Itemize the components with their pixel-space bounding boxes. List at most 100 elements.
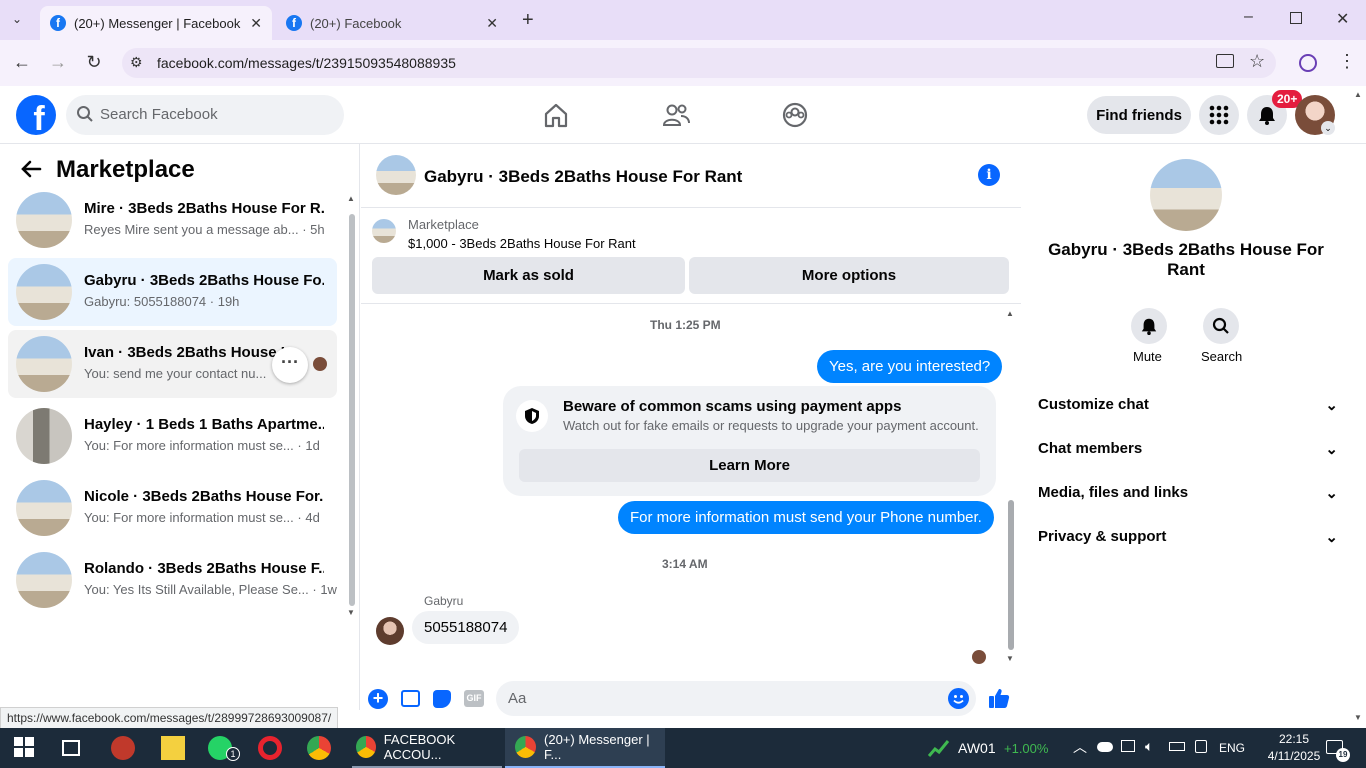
scroll-up-icon[interactable]: ▲ [347, 194, 355, 203]
conversation-item[interactable]: Nicole · 3Beds 2Baths House For... You: … [8, 474, 337, 542]
forward-icon[interactable]: → [46, 52, 70, 73]
scroll-up-icon[interactable]: ▲ [1006, 309, 1014, 318]
groups-icon[interactable] [780, 100, 810, 130]
tray-chevron-up-icon[interactable]: ︿ [1073, 737, 1087, 757]
message-input[interactable] [496, 681, 976, 716]
tab-messenger[interactable]: f (20+) Messenger | Facebook ✕ [40, 6, 272, 40]
chat-avatar[interactable] [376, 155, 416, 195]
display-icon[interactable] [1195, 740, 1207, 753]
conversation-item[interactable]: Rolando · 3Beds 2Baths House F... You: Y… [8, 546, 337, 614]
more-options-button[interactable]: More options [689, 257, 1009, 294]
info-icon[interactable]: i [978, 164, 1000, 186]
language-indicator[interactable]: ENG [1219, 741, 1245, 755]
mark-as-sold-button[interactable]: Mark as sold [372, 257, 685, 294]
new-tab-icon[interactable]: + [522, 9, 534, 32]
install-app-icon[interactable] [1216, 54, 1234, 68]
outgoing-message[interactable]: Yes, are you interested? [817, 350, 1003, 383]
stock-name[interactable]: AW01 [958, 740, 996, 756]
facebook-logo-icon[interactable]: f [16, 95, 56, 135]
search-label: Search [1201, 349, 1243, 364]
network-icon[interactable] [1121, 740, 1135, 752]
tab-title: (20+) Facebook [310, 15, 402, 31]
taskbar-app-chrome-1[interactable]: FACEBOOK ACCOU... [352, 728, 502, 768]
conversation-name: Nicole · 3Beds 2Baths House For... [84, 488, 324, 505]
chat-members-section[interactable]: Chat members ⌄ [1038, 440, 1338, 458]
bookmark-star-icon[interactable]: ☆ [1249, 51, 1265, 72]
plus-icon[interactable]: + [368, 689, 388, 709]
taskbar-app-chrome-2[interactable]: (20+) Messenger | F... [505, 728, 665, 768]
home-icon[interactable] [541, 100, 571, 130]
search-chat-button[interactable] [1203, 308, 1239, 344]
close-tab-icon[interactable]: ✕ [250, 15, 262, 32]
conversation-name: Hayley · 1 Beds 1 Baths Apartme... [84, 416, 324, 433]
app-icon[interactable] [111, 736, 135, 760]
conversation-preview: You: send me your contact nu... [84, 366, 267, 381]
chrome-icon[interactable] [307, 736, 331, 760]
close-tab-icon[interactable]: ✕ [486, 15, 498, 32]
scroll-down-icon[interactable]: ▼ [1354, 713, 1362, 722]
conversation-item-selected[interactable]: Gabyru · 3Beds 2Baths House Fo... Gabyru… [8, 258, 337, 326]
customize-chat-section[interactable]: Customize chat ⌄ [1038, 396, 1338, 414]
scroll-up-icon[interactable]: ▲ [1354, 90, 1362, 99]
tab-search-icon[interactable]: ⌄ [12, 12, 22, 26]
learn-more-button[interactable]: Learn More [519, 449, 980, 482]
listing-avatar [16, 480, 72, 536]
gif-icon[interactable]: GIF [464, 690, 484, 707]
volume-icon[interactable]: 🔈︎ [1145, 738, 1153, 755]
back-arrow-icon[interactable] [20, 158, 42, 185]
incoming-message[interactable]: 5055188074 [412, 611, 520, 644]
conversation-preview: You: Yes Its Still Available, Please Se.… [84, 582, 337, 597]
tab-title: (20+) Messenger | Facebook [74, 15, 241, 31]
close-window-icon[interactable]: ✕ [1336, 9, 1349, 29]
media-files-section[interactable]: Media, files and links ⌄ [1038, 484, 1338, 502]
sticky-notes-icon[interactable] [161, 736, 185, 760]
listing-avatar [16, 408, 72, 464]
chat-title[interactable]: Gabyru · 3Beds 2Baths House For Rant [424, 167, 742, 187]
find-friends-button[interactable]: Find friends [1087, 96, 1191, 134]
photo-icon[interactable] [401, 690, 420, 707]
opera-icon[interactable] [258, 736, 282, 760]
sticker-icon[interactable] [433, 690, 451, 708]
sidebar-scrollbar[interactable] [349, 214, 355, 606]
url-text[interactable]: facebook.com/messages/t/2391509354808893… [157, 55, 456, 71]
site-info-icon[interactable]: ⚙ [130, 54, 143, 71]
search-icon [76, 105, 94, 128]
privacy-support-section[interactable]: Privacy & support ⌄ [1038, 528, 1338, 546]
back-icon[interactable]: ← [10, 52, 34, 73]
battery-icon[interactable] [1169, 742, 1185, 751]
mute-button[interactable] [1131, 308, 1167, 344]
windows-start-icon[interactable] [13, 736, 37, 760]
notification-count: 19 [1336, 748, 1350, 762]
read-receipt-avatar [313, 357, 327, 371]
stock-chart-icon [927, 738, 950, 763]
like-icon[interactable] [988, 687, 1010, 714]
conversation-item-hovered[interactable]: Ivan · 3Beds 2Baths House Fo You: send m… [8, 330, 337, 398]
cloud-icon[interactable] [1097, 742, 1113, 752]
outgoing-message[interactable]: For more information must send your Phon… [618, 501, 994, 534]
chat-scrollbar[interactable] [1008, 500, 1014, 650]
tab-facebook[interactable]: f (20+) Facebook ✕ [276, 6, 508, 40]
conversation-item[interactable]: Mire · 3Beds 2Baths House For R... Reyes… [8, 186, 337, 254]
sender-avatar[interactable] [376, 617, 404, 645]
profile-icon[interactable] [1299, 54, 1317, 72]
more-options-button[interactable]: ··· [272, 347, 308, 383]
scroll-down-icon[interactable]: ▼ [1006, 654, 1014, 663]
restore-icon[interactable] [1290, 12, 1302, 24]
clock-date[interactable]: 4/11/2025 [1260, 749, 1328, 763]
friends-icon[interactable] [661, 100, 691, 130]
conversation-item[interactable]: Hayley · 1 Beds 1 Baths Apartme... You: … [8, 402, 337, 470]
listing-source: Marketplace [408, 217, 479, 232]
task-view-icon[interactable] [62, 740, 80, 756]
conversation-name: Gabyru · 3Beds 2Baths House Fo... [84, 272, 324, 289]
scroll-down-icon[interactable]: ▼ [347, 608, 355, 617]
emoji-icon[interactable] [948, 688, 969, 709]
conversation-name: Mire · 3Beds 2Baths House For R... [84, 200, 324, 217]
browser-menu-icon[interactable]: ⋮ [1338, 51, 1356, 72]
listing-title[interactable]: $1,000 - 3Beds 2Baths House For Rant [408, 236, 636, 251]
minimize-icon[interactable]: – [1244, 8, 1253, 26]
chevron-down-icon[interactable]: ⌄ [1321, 121, 1335, 135]
clock-time[interactable]: 22:15 [1266, 732, 1322, 746]
menu-button[interactable] [1199, 95, 1239, 135]
reload-icon[interactable]: ↻ [82, 52, 106, 73]
details-avatar[interactable] [1150, 159, 1222, 231]
